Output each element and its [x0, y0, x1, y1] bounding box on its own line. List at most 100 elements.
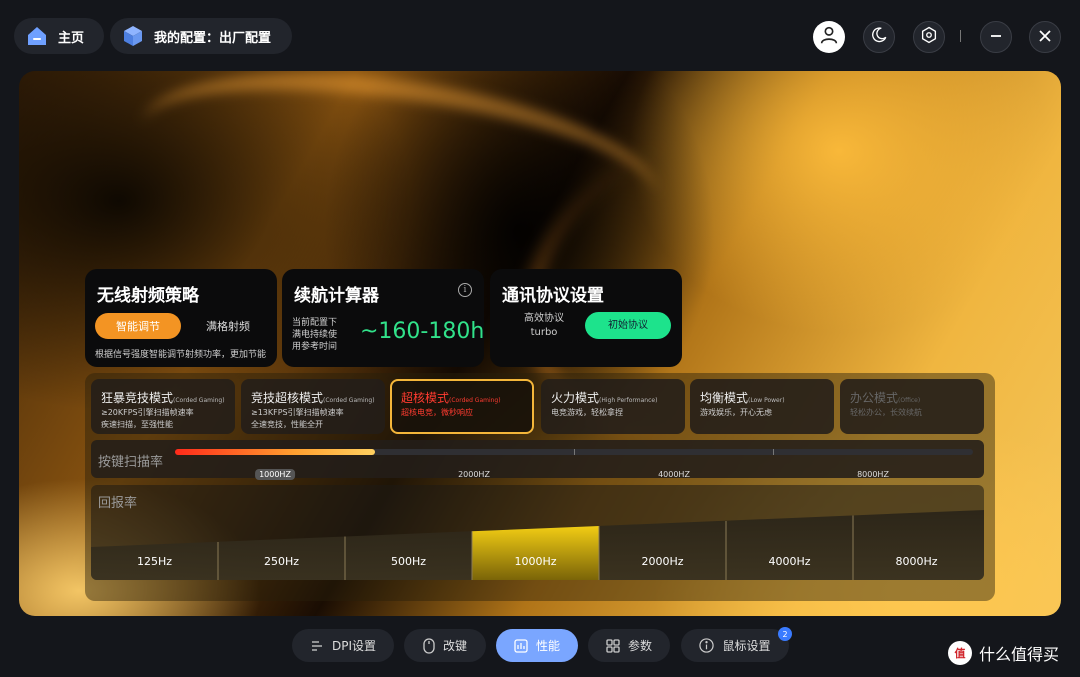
divider	[960, 30, 961, 42]
mode-overdrive[interactable]: 超核模式(Corded Gaming) 超核电竞，微秒响应	[390, 379, 534, 434]
report-rate-8000[interactable]: 8000Hz	[853, 555, 980, 568]
battery-hours-value: ~160-180h	[360, 319, 485, 344]
efficient-protocol-label: 高效协议	[524, 313, 564, 324]
minimize-icon	[989, 28, 1003, 47]
tab-dpi-settings[interactable]: DPI设置	[292, 629, 394, 662]
mode-desc: 轻松办公，长效续航	[850, 408, 922, 417]
protocol-title: 通讯协议设置	[502, 286, 604, 306]
battery-caption-line: 满电持续使	[292, 330, 338, 340]
tab-label: 性能	[535, 639, 560, 653]
mode-title: 狂暴竞技模式(Corded Gaming)	[101, 389, 235, 406]
battery-title: 续航计算器	[294, 286, 379, 306]
cube-icon	[120, 23, 146, 49]
watermark: 值 什么值得买	[948, 641, 1059, 665]
mode-desc: ≥20KFPS引擎扫描帧速率	[101, 408, 194, 417]
tab-parameters[interactable]: 参数	[588, 629, 670, 662]
protocol-settings-card: 通讯协议设置 高效协议 turbo 初始协议	[490, 269, 682, 367]
full-signal-button[interactable]: 满格射频	[193, 313, 263, 339]
mode-title-text: 狂暴竞技模式	[101, 391, 174, 405]
report-rate-4000[interactable]: 4000Hz	[726, 555, 853, 568]
mode-balanced[interactable]: 均衡模式(Low Power) 游戏娱乐，开心无虑	[690, 379, 834, 434]
close-button[interactable]	[1029, 21, 1061, 53]
settings-button[interactable]	[913, 21, 945, 53]
key-scan-rate-row: 按键扫描率 1000HZ 2000HZ 4000HZ 8000HZ	[91, 440, 984, 480]
mode-subtitle: (Corded Gaming)	[449, 397, 501, 404]
mode-frenzy-competitive[interactable]: 狂暴竞技模式(Corded Gaming) ≥20KFPS引擎扫描帧速率 疾速扫…	[91, 379, 235, 434]
tab-performance[interactable]: 性能	[496, 629, 578, 662]
report-rate-250[interactable]: 250Hz	[218, 555, 345, 568]
gear-icon	[920, 26, 938, 48]
mode-desc: ≥13KFPS引擎扫描帧速率	[251, 408, 344, 417]
mouse-icon	[423, 637, 435, 654]
home-label: 主页	[58, 30, 85, 46]
wireless-title: 无线射频策略	[97, 286, 199, 306]
mode-title: 办公模式(Office)	[850, 389, 984, 406]
mode-office[interactable]: 办公模式(Office) 轻松办公，长效续航	[840, 379, 984, 434]
watermark-logo: 值	[948, 641, 972, 665]
mode-title-text: 竞技超核模式	[251, 391, 324, 405]
smart-adjust-button[interactable]: 智能调节	[95, 313, 181, 339]
efficient-protocol-sub: turbo	[530, 327, 558, 338]
close-icon	[1038, 28, 1052, 47]
scan-rate-slider[interactable]: 1000HZ 2000HZ 4000HZ 8000HZ	[175, 449, 973, 480]
mode-subtitle: (High Performance)	[599, 397, 658, 404]
tab-mouse-settings[interactable]: 鼠标设置	[681, 629, 789, 662]
tab-label: 参数	[627, 639, 652, 653]
home-button[interactable]: 主页	[14, 18, 104, 54]
scan-rate-label: 按键扫描率	[98, 455, 164, 470]
report-rate-125[interactable]: 125Hz	[91, 555, 218, 568]
config-label: 我的配置：出厂配置	[154, 30, 272, 46]
mode-desc: 疾速扫描，至强性能	[101, 420, 173, 429]
scan-mark-2000[interactable]: 2000HZ	[454, 469, 494, 480]
info-icon[interactable]: i	[458, 283, 472, 297]
mode-title: 超核模式(Corded Gaming)	[401, 389, 532, 406]
report-rate-2000[interactable]: 2000Hz	[599, 555, 726, 568]
wireless-description: 根据信号强度智能调节射频功率，更加节能	[95, 350, 267, 360]
home-icon	[24, 23, 50, 49]
grid-icon	[606, 638, 620, 653]
efficient-protocol-option[interactable]: 高效协议 turbo	[514, 312, 574, 340]
scan-tick	[773, 449, 774, 455]
mode-title-text: 超核模式	[401, 391, 450, 405]
watermark-text: 什么值得买	[979, 645, 1060, 664]
config-selector[interactable]: 我的配置：出厂配置	[110, 18, 292, 54]
tab-label: DPI设置	[331, 639, 377, 653]
wireless-strategy-card: 无线射频策略 智能调节 满格射频 根据信号强度智能调节射频功率，更加节能	[85, 269, 277, 367]
mode-competitive-overdrive[interactable]: 竞技超核模式(Corded Gaming) ≥13KFPS引擎扫描帧速率 全速竞…	[241, 379, 385, 434]
mode-desc: 超核电竞，微秒响应	[401, 408, 473, 417]
mode-desc: 游戏娱乐，开心无虑	[700, 408, 772, 417]
info-circle-icon	[699, 638, 715, 653]
theme-toggle-button[interactable]	[863, 21, 895, 53]
mode-high-performance[interactable]: 火力模式(High Performance) 电竞游戏，轻松拿捏	[541, 379, 685, 434]
mode-title: 竞技超核模式(Corded Gaming)	[251, 389, 385, 406]
mode-title: 均衡模式(Low Power)	[700, 389, 834, 406]
scan-mark-8000[interactable]: 8000HZ	[853, 469, 893, 480]
scan-mark-4000[interactable]: 4000HZ	[654, 469, 694, 480]
dpi-icon	[310, 639, 324, 653]
mode-title-text: 办公模式	[850, 391, 899, 405]
mode-desc: 电竞游戏，轻松拿捏	[551, 408, 623, 417]
scan-tick	[574, 449, 575, 455]
scan-mark-1000[interactable]: 1000HZ	[255, 469, 295, 480]
mode-title-text: 均衡模式	[700, 391, 749, 405]
scan-rate-fill	[175, 449, 375, 455]
mode-subtitle: (Low Power)	[748, 397, 785, 404]
tab-label: 改键	[442, 639, 467, 653]
report-rate-row: 回报率 125Hz 250Hz 500Hz 1000Hz 2000Hz 4000…	[91, 485, 984, 580]
minimize-button[interactable]	[980, 21, 1012, 53]
mode-desc: 全速竞技，性能全开	[251, 420, 323, 429]
tab-key-mapping[interactable]: 改键	[404, 629, 486, 662]
initial-protocol-button[interactable]: 初始协议	[585, 312, 671, 339]
battery-calculator-card: 续航计算器 i 当前配置下 满电持续使 用参考时间 ~160-180h	[282, 269, 484, 367]
report-rate-500[interactable]: 500Hz	[345, 555, 472, 568]
mode-title: 火力模式(High Performance)	[551, 389, 685, 406]
notification-badge: 2	[778, 627, 792, 641]
mode-subtitle: (Office)	[898, 397, 921, 404]
user-icon	[818, 24, 840, 50]
mode-subtitle: (Corded Gaming)	[323, 397, 375, 404]
battery-caption-line: 当前配置下	[292, 318, 338, 328]
report-rate-1000[interactable]: 1000Hz	[472, 555, 599, 568]
top-bar: 主页 我的配置：出厂配置	[0, 0, 1080, 72]
mode-subtitle: (Corded Gaming)	[173, 397, 225, 404]
user-button[interactable]	[813, 21, 845, 53]
